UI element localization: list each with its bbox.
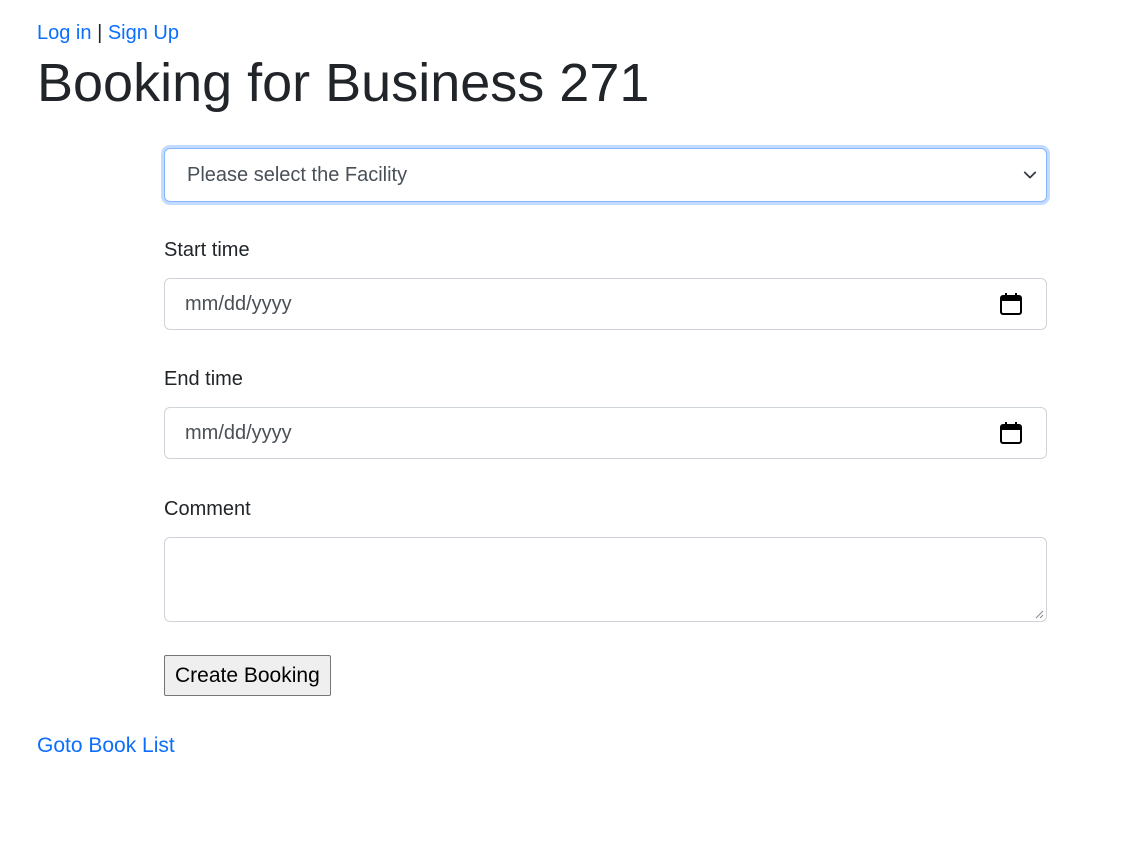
end-time-input[interactable]: mm/dd/yyyy [164, 407, 1047, 459]
booking-page: Log in | Sign Up Booking for Business 27… [0, 0, 1139, 850]
login-link[interactable]: Log in [37, 22, 92, 44]
comment-label: Comment [164, 498, 251, 520]
start-time-input[interactable]: mm/dd/yyyy [164, 278, 1047, 330]
goto-book-list-link[interactable]: Goto Book List [37, 733, 175, 759]
start-time-label: Start time [164, 239, 250, 261]
page-title: Booking for Business 271 [37, 53, 650, 113]
end-time-placeholder: mm/dd/yyyy [185, 421, 292, 444]
comment-textarea[interactable] [164, 537, 1047, 622]
facility-select[interactable]: Please select the Facility [164, 148, 1047, 202]
end-time-label: End time [164, 368, 243, 390]
create-booking-button[interactable]: Create Booking [164, 655, 331, 696]
booking-form: Please select the Facility Start time mm… [164, 148, 1047, 696]
calendar-icon[interactable] [1000, 293, 1022, 315]
resize-handle-icon[interactable] [1034, 609, 1044, 619]
auth-separator: | [97, 22, 103, 44]
facility-select-value: Please select the Facility [187, 163, 408, 186]
facility-select-wrapper: Please select the Facility [164, 148, 1047, 202]
calendar-icon[interactable] [1000, 422, 1022, 444]
auth-links: Log in | Sign Up [37, 21, 179, 45]
signup-link[interactable]: Sign Up [108, 22, 179, 44]
chevron-down-icon [1023, 171, 1037, 179]
start-time-placeholder: mm/dd/yyyy [185, 292, 292, 315]
